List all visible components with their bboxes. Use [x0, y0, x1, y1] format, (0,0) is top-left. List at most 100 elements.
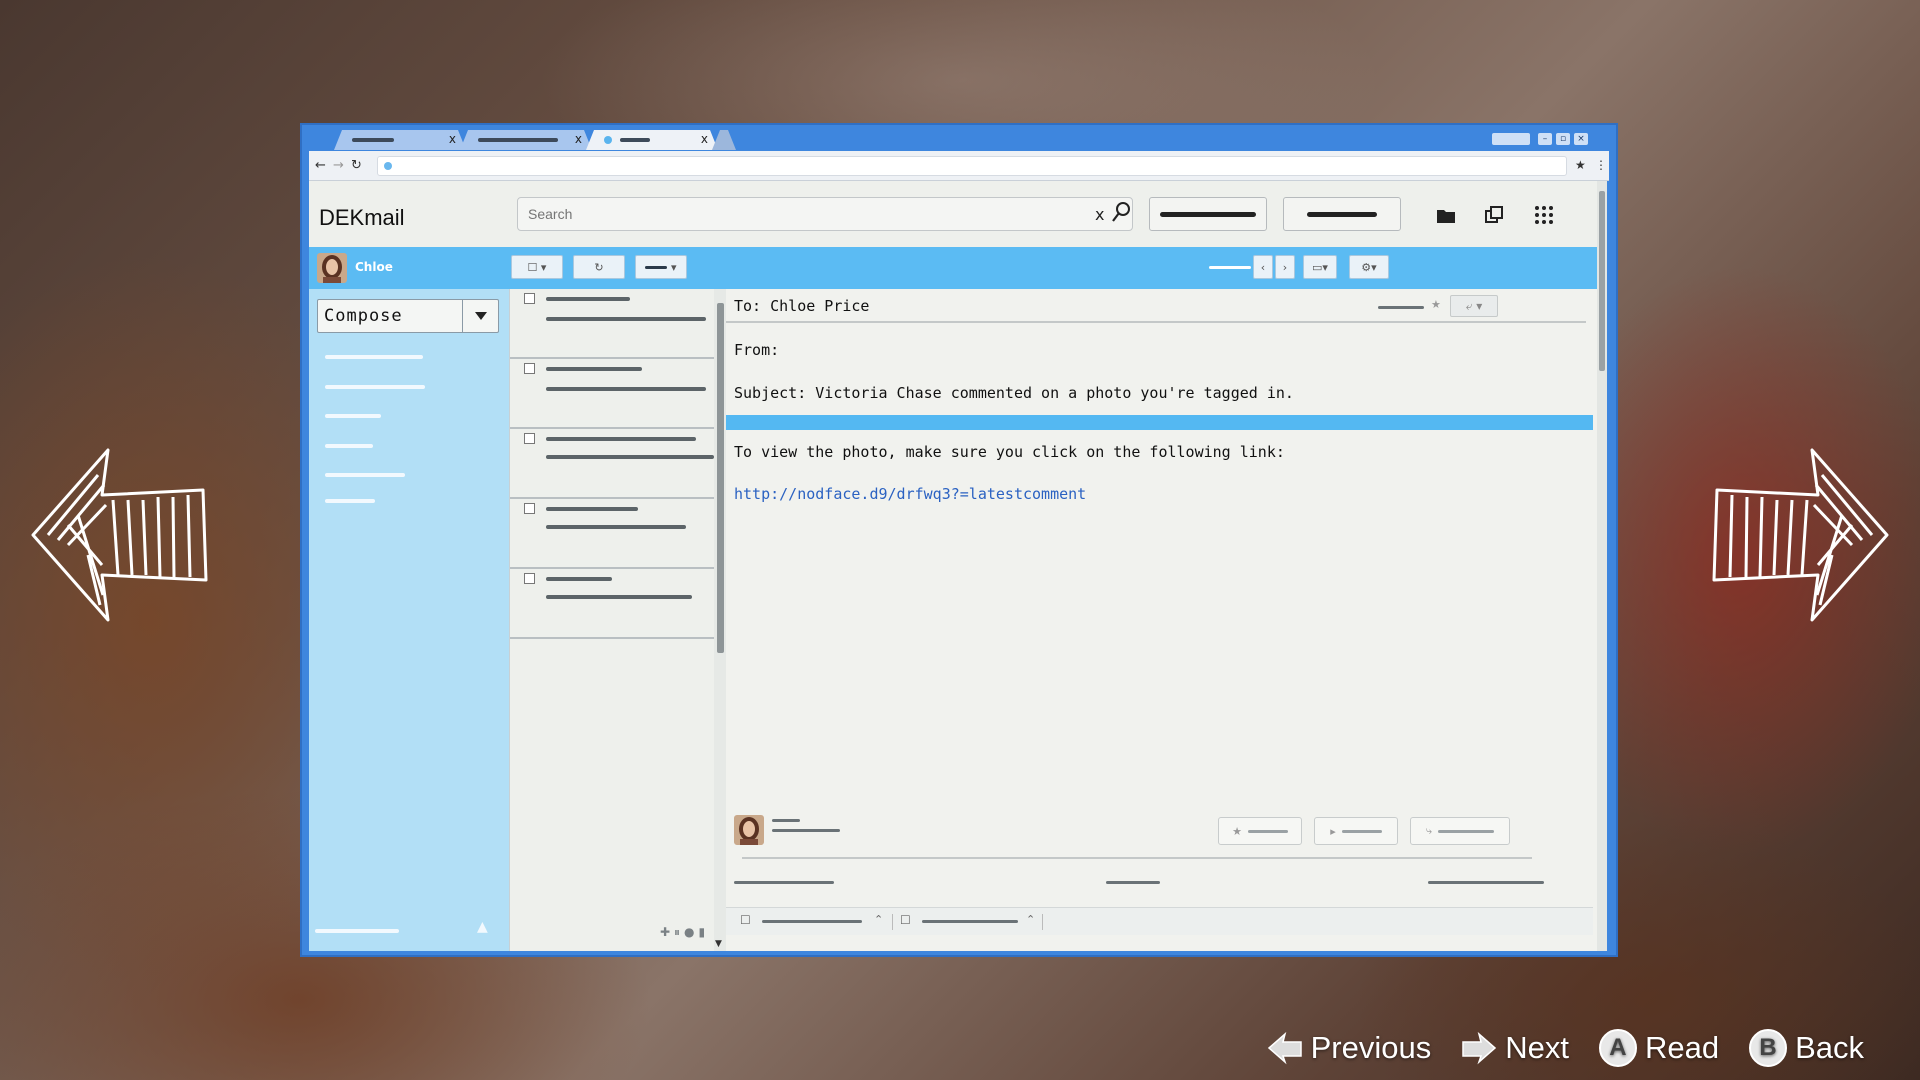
chat-tab-1[interactable]: ☐ [740, 913, 751, 927]
email-from: From: [734, 341, 780, 359]
reply-button[interactable]: ★ [1218, 817, 1302, 845]
folder-icon[interactable] [1435, 205, 1457, 225]
warning-icon: ▲ [477, 919, 488, 935]
list-item[interactable] [510, 429, 715, 499]
header-action-button-1[interactable] [1149, 197, 1267, 231]
page-scrollbar[interactable] [1597, 181, 1607, 951]
chat-tab-1-scribble [762, 920, 862, 923]
settings-gear-icon[interactable]: ⚙▾ [1349, 255, 1389, 279]
list-scrollbar[interactable]: ▼ [714, 289, 726, 951]
reply-name-scribble [772, 819, 800, 822]
button-label-scribble [645, 265, 668, 269]
browser-tab-3-active[interactable]: x [586, 130, 718, 150]
tab-favicon-icon [604, 136, 612, 144]
search-clear-icon[interactable]: x [1095, 205, 1104, 224]
folder-item-2[interactable] [325, 385, 425, 389]
list-item[interactable] [510, 569, 715, 639]
url-field[interactable] [377, 156, 1567, 176]
previous-arrow-icon[interactable] [28, 445, 208, 625]
tab-title-scribble [478, 138, 558, 142]
back-icon[interactable]: ← [315, 158, 326, 173]
windows-icon[interactable] [1483, 205, 1505, 225]
chevron-up-icon[interactable]: ⌃ [1026, 913, 1035, 926]
refresh-button[interactable]: ↻ [573, 255, 625, 279]
view-toggle-dropdown[interactable]: ▭▾ [1303, 255, 1337, 279]
row-checkbox[interactable] [524, 503, 535, 514]
row-checkbox[interactable] [524, 573, 535, 584]
bookmark-star-icon[interactable]: ★ [1575, 158, 1586, 172]
address-bar: ← → ↻ ★ ⋮ [309, 151, 1609, 181]
row-checkbox[interactable] [524, 433, 535, 444]
next-page-icon[interactable]: › [1275, 255, 1295, 279]
folder-item-4[interactable] [325, 444, 373, 448]
list-item[interactable] [510, 289, 715, 359]
list-footer-icons[interactable]: ✚⏸●▮ [660, 925, 709, 940]
next-hint[interactable]: Next [1461, 1030, 1569, 1066]
button-label-scribble [1160, 211, 1256, 217]
email-to: To: Chloe Price [734, 297, 870, 315]
user-avatar[interactable] [317, 253, 347, 283]
search-input[interactable] [517, 197, 1133, 231]
folder-item-3[interactable] [325, 414, 381, 418]
read-label: Read [1644, 1030, 1720, 1065]
reload-icon[interactable]: ↻ [351, 158, 362, 173]
folder-sidebar: Compose ▲ [309, 289, 509, 951]
more-actions-dropdown[interactable]: ▾ [635, 255, 687, 279]
preview-scribble [546, 525, 686, 529]
minimize-icon[interactable]: – [1538, 133, 1552, 145]
prev-page-icon[interactable]: ‹ [1253, 255, 1273, 279]
previous-hint[interactable]: Previous [1267, 1030, 1431, 1066]
tab-close-icon[interactable]: x [449, 132, 456, 146]
preview-scribble [546, 317, 706, 321]
reading-pane: To: Chloe Price ★ ⤶ ▾ From: Subject: Vic… [726, 289, 1601, 951]
chat-divider [892, 914, 893, 930]
site-info-icon [384, 162, 392, 170]
next-arrow-icon[interactable] [1712, 445, 1892, 625]
header-action-button-2[interactable] [1283, 197, 1401, 231]
app-logo: DEKmail [319, 205, 405, 230]
scroll-down-icon[interactable]: ▼ [715, 939, 722, 949]
folder-item-1[interactable] [325, 355, 423, 359]
chevron-up-icon[interactable]: ⌃ [874, 913, 883, 926]
tab-close-icon[interactable]: x [575, 132, 582, 146]
tab-strip: x x x – ▫ × [302, 125, 1616, 151]
button-label-scribble [1247, 829, 1288, 833]
row-checkbox[interactable] [524, 363, 535, 374]
close-window-icon[interactable]: × [1574, 133, 1588, 145]
browser-menu-icon[interactable]: ⋮ [1595, 158, 1607, 172]
reply-dropdown-button[interactable]: ⤶ ▾ [1450, 295, 1498, 317]
back-hint[interactable]: B Back [1749, 1029, 1864, 1067]
browser-window: x x x – ▫ × ← → ↻ ★ ⋮ DEKmail x [300, 123, 1618, 957]
forward-icon[interactable]: → [333, 158, 344, 173]
page-scrollbar-thumb[interactable] [1599, 191, 1605, 371]
compose-button[interactable]: Compose [317, 299, 499, 333]
list-item[interactable] [510, 359, 715, 429]
compose-dropdown-icon[interactable] [462, 300, 498, 332]
list-scrollbar-thumb[interactable] [717, 303, 724, 653]
compose-label: Compose [324, 306, 403, 326]
email-link[interactable]: http://nodface.d9/drfwq3?=latestcomment [734, 485, 1086, 503]
folder-item-5[interactable] [325, 473, 405, 477]
sender-scribble [546, 297, 630, 301]
forward-button[interactable]: ⤷ [1410, 817, 1510, 845]
folder-item-6[interactable] [325, 499, 375, 503]
chat-tab-2[interactable]: ☐ [900, 913, 911, 927]
browser-tab-1[interactable]: x [334, 130, 466, 150]
new-tab-button[interactable] [712, 130, 736, 150]
tab-close-icon[interactable]: x [701, 132, 708, 146]
read-hint[interactable]: A Read [1598, 1029, 1720, 1067]
restore-icon[interactable]: ▫ [1556, 133, 1570, 145]
star-icon[interactable]: ★ [1431, 298, 1441, 311]
row-checkbox[interactable] [524, 293, 535, 304]
message-list: ✚⏸●▮ [509, 289, 715, 951]
select-all-checkbox[interactable]: ☐ ▾ [511, 255, 563, 279]
tab-title-scribble [352, 138, 394, 142]
apps-grid-icon[interactable] [1533, 205, 1555, 225]
reply-all-button[interactable]: ▸ [1314, 817, 1398, 845]
list-item[interactable] [510, 499, 715, 569]
forward-icon: ⤷ [1425, 824, 1433, 837]
browser-tab-2[interactable]: x [460, 130, 592, 150]
chat-bar: ☐ ⌃ ☐ ⌃ [726, 907, 1593, 935]
search-icon[interactable] [1111, 201, 1131, 223]
email-subject: Subject: Victoria Chase commented on a p… [734, 384, 1294, 402]
